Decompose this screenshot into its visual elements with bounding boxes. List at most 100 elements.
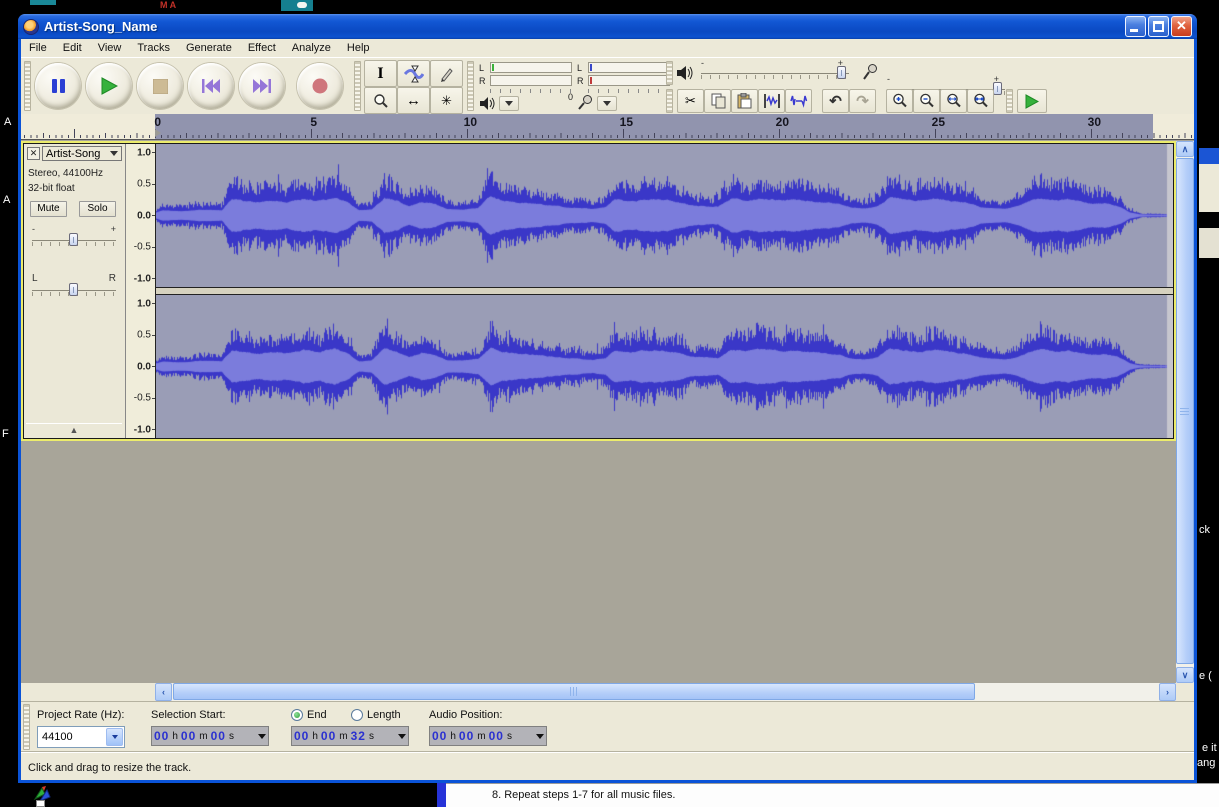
menu-tracks[interactable]: Tracks [129,40,178,56]
timefield-dropdown-icon[interactable] [536,734,544,739]
playback-meter[interactable]: L R 0 [479,61,575,112]
selection-end-field[interactable]: 00 h 00 m 32 s [291,726,409,746]
solo-button[interactable]: Solo [79,201,116,217]
time-digits[interactable]: 00 [459,729,474,743]
tools-toolbar-grip[interactable] [354,61,361,111]
multi-tool-button[interactable]: ✳ [430,87,463,114]
time-digits[interactable]: 32 [351,729,366,743]
hscroll-thumb[interactable] [173,683,975,700]
cut-button[interactable]: ✂ [677,89,704,113]
hscroll-right-button[interactable]: › [1159,683,1176,701]
skip-to-start-button[interactable] [188,63,234,109]
menu-effect[interactable]: Effect [240,40,284,56]
track-name-dropdown[interactable]: Artist-Song [42,146,122,161]
transport-toolbar-grip[interactable] [24,61,31,111]
time-digits[interactable]: 00 [181,729,196,743]
pan-thumb[interactable] [69,283,78,296]
end-radio[interactable]: End [291,709,327,721]
edit-toolbar-grip[interactable] [666,89,673,113]
time-digits[interactable]: 00 [489,729,504,743]
maximize-button[interactable] [1148,16,1169,37]
pause-button[interactable] [35,63,81,109]
playhead-indicator[interactable] [155,129,161,137]
time-digits[interactable]: 00 [432,729,447,743]
mixer-toolbar-grip[interactable] [666,61,673,85]
record-icon [312,78,328,94]
length-radio[interactable]: Length [351,709,401,721]
stop-button[interactable] [137,63,183,109]
skip-to-end-icon [253,79,271,93]
close-button[interactable]: ✕ [1171,16,1192,37]
meter-toolbar-grip[interactable] [467,61,474,111]
output-volume-slider[interactable]: - + [701,65,849,81]
scale-label: 0.0 [137,211,151,222]
zoom-out-button[interactable] [913,89,940,113]
title-bar[interactable]: Artist-Song_Name ✕ [18,14,1197,39]
recording-signal-mark [590,64,592,71]
menu-file[interactable]: File [21,40,55,56]
time-digits[interactable]: 00 [294,729,309,743]
minimize-button[interactable] [1125,16,1146,37]
gain-thumb[interactable] [69,233,78,246]
draw-tool-button[interactable] [430,60,463,87]
playback-meter-dropdown[interactable] [499,96,519,111]
background-notepad-window[interactable]: 8. Repeat steps 1-7 for all music files. [446,783,1219,807]
fit-project-button[interactable] [967,89,994,113]
vscroll-thumb[interactable] [1176,158,1194,664]
recording-meter[interactable]: L R 0 [577,61,673,112]
play-at-speed-button[interactable] [1017,89,1047,113]
output-volume-thumb[interactable] [837,66,846,79]
track-close-button[interactable]: ✕ [27,147,40,160]
silence-selection-button[interactable] [785,89,812,113]
time-shift-tool-button[interactable]: ↔ [397,87,430,114]
pan-slider[interactable]: L R [32,282,116,298]
input-volume-thumb[interactable] [993,82,1002,95]
combo-dropdown-button[interactable] [106,728,123,746]
time-digits[interactable]: 00 [154,729,169,743]
track-collapse-button[interactable]: ▲ [26,423,122,436]
desktop-icon-letter-3: F [2,428,9,440]
menu-generate[interactable]: Generate [178,40,240,56]
menu-analyze[interactable]: Analyze [284,40,339,56]
timeline-ruler[interactable]: 051015202530 [21,114,1194,140]
copy-button[interactable] [704,89,731,113]
microphone-icon [578,95,592,110]
redo-button[interactable]: ↷ [849,89,876,113]
zoom-tool-button[interactable] [364,87,397,114]
selection-toolbar-grip[interactable] [23,704,30,750]
audio-position-field[interactable]: 00 h 00 m 00 s [429,726,547,746]
gain-slider[interactable]: - + [32,232,116,248]
selection-start-field[interactable]: 00 h 00 m 00 s [151,726,269,746]
zoom-in-button[interactable] [886,89,913,113]
transcription-toolbar-grip[interactable] [1006,89,1013,113]
time-digits[interactable]: 00 [211,729,226,743]
waveform-channel-left[interactable] [156,144,1173,287]
menu-edit[interactable]: Edit [55,40,90,56]
vscroll-up-button[interactable]: ∧ [1176,141,1194,157]
record-button[interactable] [297,63,343,109]
skip-to-end-button[interactable] [239,63,285,109]
play-button[interactable] [86,63,132,109]
hscroll-left-button[interactable]: ‹ [155,683,172,701]
trim-outside-selection-button[interactable] [758,89,785,113]
undo-button[interactable]: ↶ [822,89,849,113]
recording-meter-dropdown[interactable] [597,96,617,111]
menu-help[interactable]: Help [339,40,378,56]
menu-view[interactable]: View [90,40,130,56]
timefield-dropdown-icon[interactable] [398,734,406,739]
selection-tool-button[interactable]: I [364,60,397,87]
channel-separator[interactable] [156,287,1173,295]
timefield-dropdown-icon[interactable] [258,734,266,739]
horizontal-scrollbar[interactable]: ‹ › [155,683,1176,701]
trim-icon [763,93,781,109]
envelope-tool-button[interactable] [397,60,430,87]
mute-button[interactable]: Mute [30,201,67,217]
fit-selection-button[interactable] [940,89,967,113]
scale-label: 0.0 [137,362,151,373]
time-digits[interactable]: 00 [321,729,336,743]
paste-button[interactable] [731,89,758,113]
vscroll-down-button[interactable]: ∨ [1176,667,1194,683]
project-rate-combo[interactable]: 44100 [37,726,125,748]
waveform-channel-right[interactable] [156,295,1173,438]
vertical-scrollbar[interactable]: ∧ ∨ [1176,141,1194,683]
